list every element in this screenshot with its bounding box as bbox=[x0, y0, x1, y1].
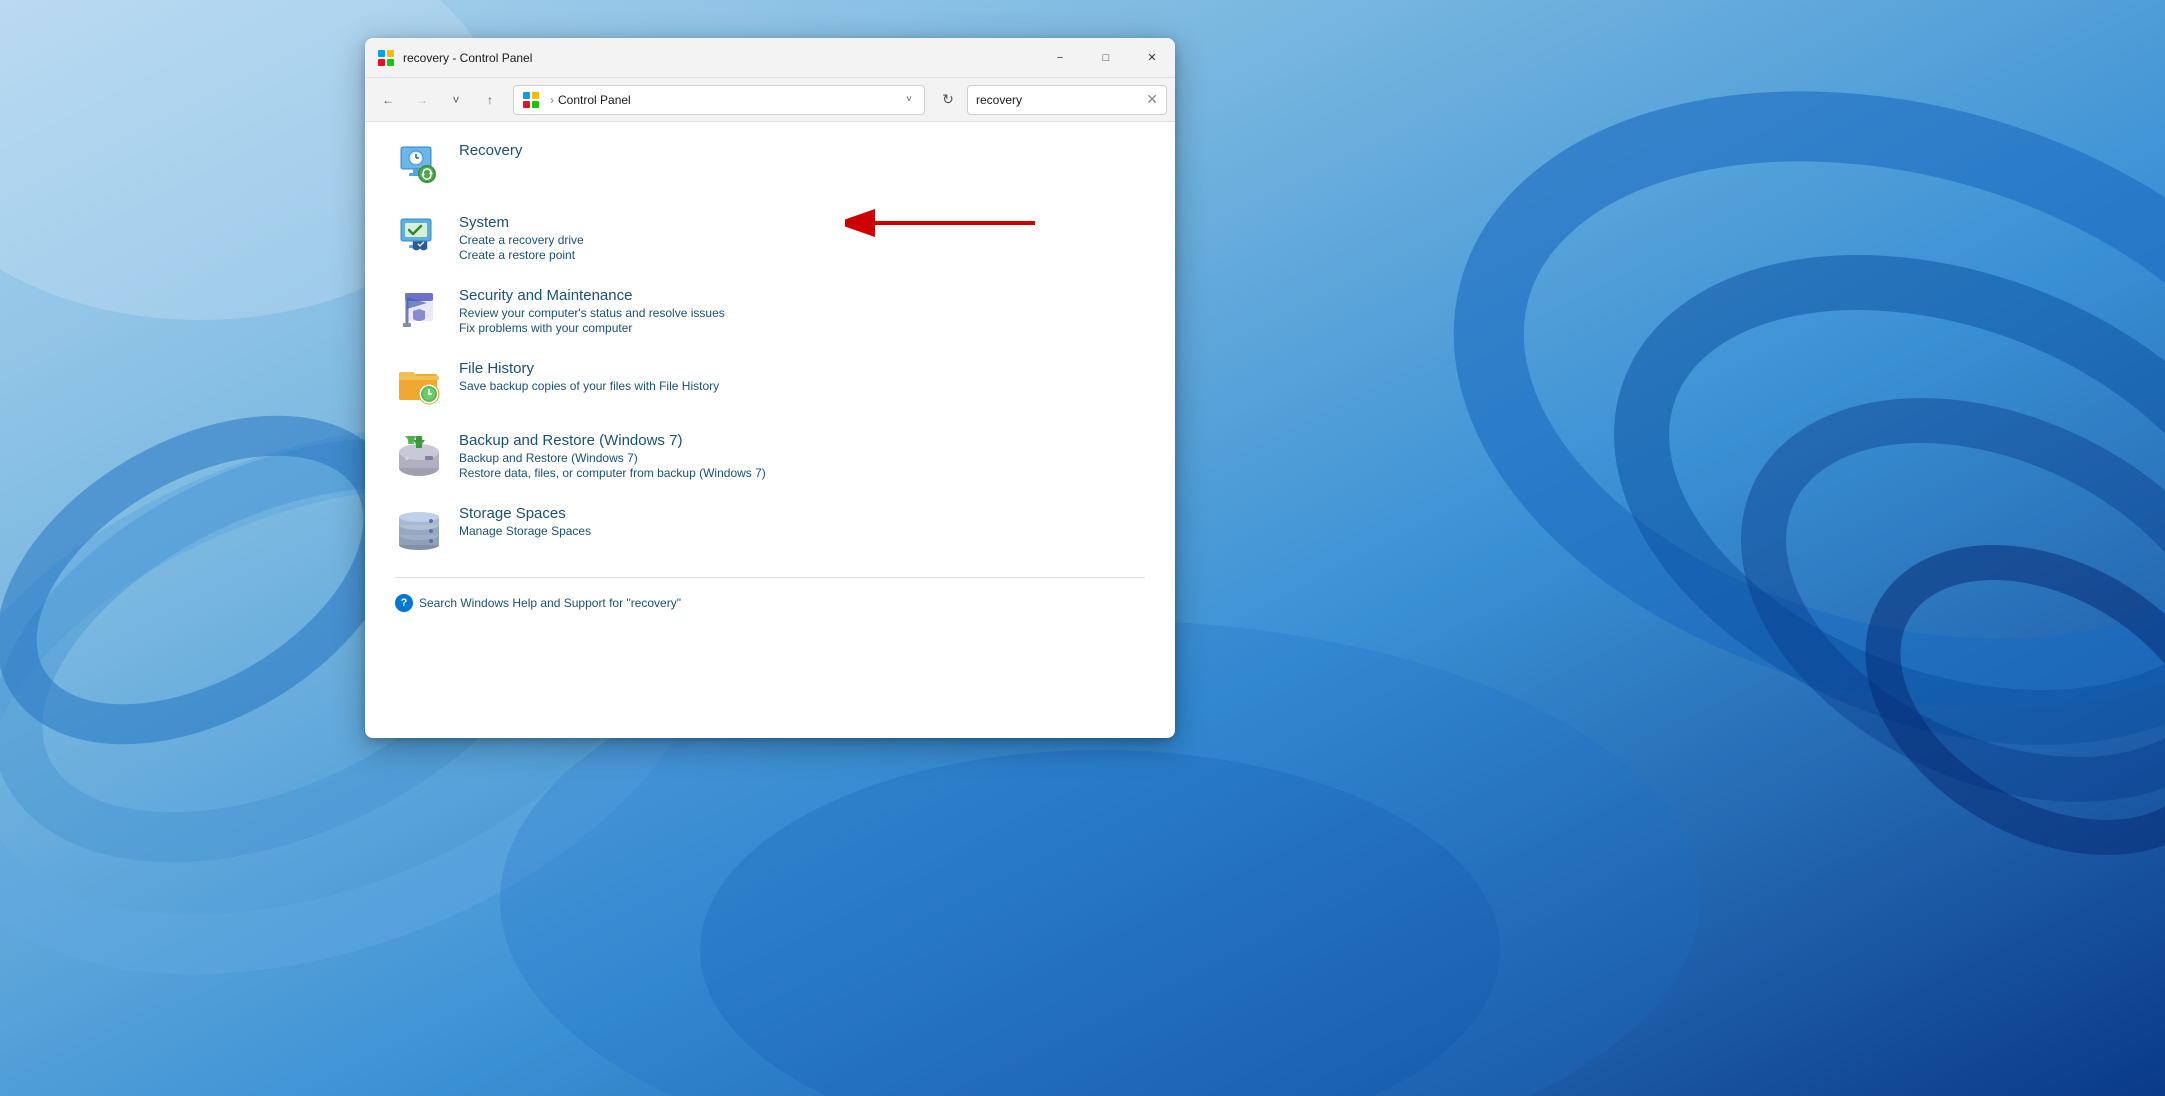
storage-subtitle-0[interactable]: Manage Storage Spaces bbox=[459, 524, 1145, 538]
filehistory-link[interactable]: File History bbox=[459, 360, 1145, 377]
close-button[interactable]: ✕ bbox=[1129, 38, 1175, 77]
filehistory-icon bbox=[395, 360, 443, 408]
help-icon: ? bbox=[395, 594, 413, 612]
security-content: Security and Maintenance Review your com… bbox=[459, 287, 1145, 336]
security-subtitle-1[interactable]: Fix problems with your computer bbox=[459, 321, 1145, 335]
security-subtitle-0[interactable]: Review your computer's status and resolv… bbox=[459, 306, 1145, 320]
backup-subtitle-0[interactable]: Backup and Restore (Windows 7) bbox=[459, 451, 1145, 465]
result-item-system: System Create a recovery drive Create a … bbox=[395, 214, 1145, 263]
search-clear-button[interactable]: ✕ bbox=[1146, 91, 1158, 108]
recovery-icon bbox=[395, 142, 443, 190]
storage-content: Storage Spaces Manage Storage Spaces bbox=[459, 505, 1145, 539]
recovery-link[interactable]: Recovery bbox=[459, 142, 1145, 159]
filehistory-subtitle-0[interactable]: Save backup copies of your files with Fi… bbox=[459, 379, 1145, 393]
address-separator: › bbox=[550, 93, 554, 107]
recovery-content: Recovery bbox=[459, 142, 1145, 161]
security-icon bbox=[395, 287, 443, 335]
refresh-button[interactable]: ↻ bbox=[933, 85, 963, 115]
filehistory-content: File History Save backup copies of your … bbox=[459, 360, 1145, 394]
help-text: Search Windows Help and Support for "rec… bbox=[419, 596, 681, 610]
content-area: Recovery bbox=[365, 122, 1175, 738]
address-text: Control Panel bbox=[558, 93, 902, 107]
nav-bar: ← → ˅ ↑ › Control Panel ˅ ↻ ✕ bbox=[365, 78, 1175, 122]
result-item-storage: Storage Spaces Manage Storage Spaces bbox=[395, 505, 1145, 553]
up-button[interactable]: ↑ bbox=[475, 85, 505, 115]
system-link[interactable]: System bbox=[459, 214, 1145, 231]
system-subtitle-0[interactable]: Create a recovery drive bbox=[459, 233, 1145, 247]
window-controls: − □ ✕ bbox=[1037, 38, 1175, 77]
result-item-security: Security and Maintenance Review your com… bbox=[395, 287, 1145, 336]
address-bar-icon bbox=[522, 91, 540, 109]
backup-subtitle-1[interactable]: Restore data, files, or computer from ba… bbox=[459, 466, 1145, 480]
backup-icon bbox=[395, 432, 443, 480]
back-button[interactable]: ← bbox=[373, 85, 403, 115]
minimize-button[interactable]: − bbox=[1037, 38, 1083, 77]
security-link[interactable]: Security and Maintenance bbox=[459, 287, 1145, 304]
search-input[interactable] bbox=[976, 93, 1146, 107]
help-link[interactable]: ? Search Windows Help and Support for "r… bbox=[395, 594, 1145, 612]
result-item-backup: Backup and Restore (Windows 7) Backup an… bbox=[395, 432, 1145, 481]
title-bar-icon bbox=[377, 49, 395, 67]
backup-content: Backup and Restore (Windows 7) Backup an… bbox=[459, 432, 1145, 481]
system-subtitle-1[interactable]: Create a restore point bbox=[459, 248, 1145, 262]
storage-icon bbox=[395, 505, 443, 553]
maximize-button[interactable]: □ bbox=[1083, 38, 1129, 77]
search-bar[interactable]: ✕ bbox=[967, 85, 1167, 115]
forward-button[interactable]: → bbox=[407, 85, 437, 115]
recent-locations-button[interactable]: ˅ bbox=[441, 85, 471, 115]
title-bar: recovery - Control Panel − □ ✕ bbox=[365, 38, 1175, 78]
system-icon bbox=[395, 214, 443, 262]
backup-link[interactable]: Backup and Restore (Windows 7) bbox=[459, 432, 1145, 449]
storage-link[interactable]: Storage Spaces bbox=[459, 505, 1145, 522]
divider bbox=[395, 577, 1145, 578]
system-content: System Create a recovery drive Create a … bbox=[459, 214, 1145, 263]
window-title: recovery - Control Panel bbox=[403, 51, 1037, 65]
result-item-recovery: Recovery bbox=[395, 142, 1145, 190]
address-bar[interactable]: › Control Panel ˅ bbox=[513, 85, 925, 115]
result-item-filehistory: File History Save backup copies of your … bbox=[395, 360, 1145, 408]
control-panel-window: recovery - Control Panel − □ ✕ ← → ˅ ↑ ›… bbox=[365, 38, 1175, 738]
address-dropdown-button[interactable]: ˅ bbox=[902, 92, 916, 107]
